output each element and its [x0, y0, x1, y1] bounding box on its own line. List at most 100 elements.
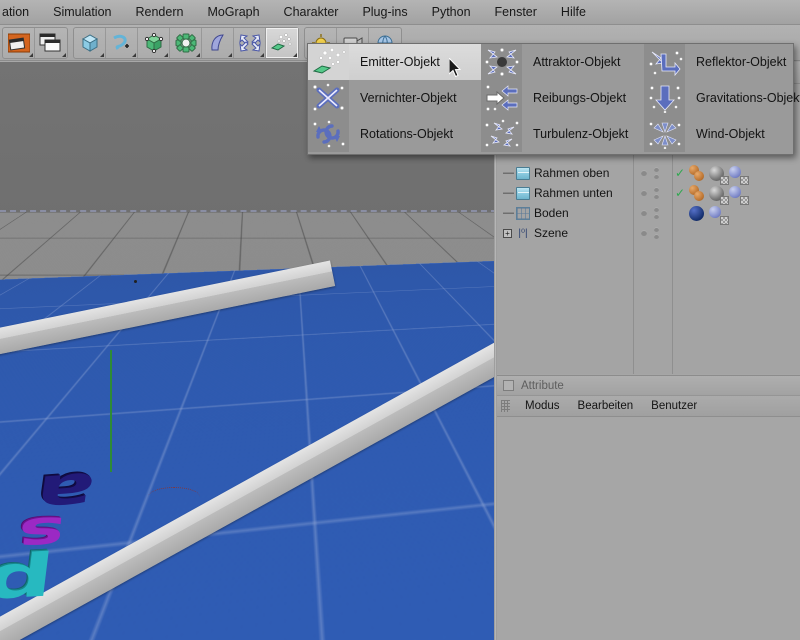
render-visibility-dot-top[interactable] [654, 167, 659, 172]
render-visibility-dot-bottom[interactable] [654, 214, 659, 219]
attribute-menu-modus[interactable]: Modus [516, 400, 569, 412]
palette-item-label: Rotations-Objekt [349, 127, 453, 141]
tag-strip[interactable] [689, 183, 799, 203]
palette-item-label: Wind-Objekt [685, 127, 765, 141]
particles-button[interactable] [266, 28, 298, 58]
menu-item-hilfe[interactable]: Hilfe [549, 0, 598, 25]
horizon-line [0, 210, 497, 212]
render-view-button[interactable] [3, 28, 35, 58]
attribute-menu-bearbeiten[interactable]: Bearbeiten [569, 400, 643, 412]
tag-strip[interactable] [689, 203, 799, 223]
visibility-dots[interactable] [638, 183, 672, 203]
editor-visibility-dot[interactable] [641, 190, 647, 196]
table-row[interactable]: — Boden [497, 203, 800, 223]
generator-button[interactable] [138, 28, 170, 58]
metal-material-tag[interactable] [709, 165, 726, 182]
mouse-cursor [449, 58, 463, 78]
generator-icon [143, 33, 165, 53]
spline-button[interactable] [106, 28, 138, 58]
deflector-icon [644, 44, 685, 80]
palette-column-2: Attraktor-Objekt Reibungs-Objekt [481, 44, 644, 154]
object-row-name[interactable]: — Rahmen unten [497, 183, 634, 203]
menu-item-mograph[interactable]: MoGraph [195, 0, 271, 25]
primitive-button[interactable] [74, 28, 106, 58]
palette-item-attractor[interactable]: Attraktor-Objekt [481, 44, 644, 80]
palette-item-rotation[interactable]: Rotations-Objekt [308, 116, 481, 152]
render-visibility-dot-bottom[interactable] [654, 234, 659, 239]
flyout-corner-icon [293, 53, 297, 57]
visibility-dots[interactable] [638, 163, 672, 183]
particles-palette[interactable]: Emitter-Objekt Vernic [307, 43, 794, 155]
palette-column-3: Reflektor-Objekt Gravitations-Objekt [644, 44, 793, 154]
object-row-name[interactable]: — Boden [497, 203, 634, 223]
render-view-icon [8, 33, 30, 53]
palette-item-turbulence[interactable]: Turbulenz-Objekt [481, 116, 644, 152]
render-picture-viewer-icon [39, 33, 63, 53]
blue-texture-tag[interactable] [729, 185, 746, 202]
palette-item-wind[interactable]: Wind-Objekt [644, 116, 793, 152]
orange-material-tag[interactable] [689, 165, 706, 182]
menu-item-python[interactable]: Python [420, 0, 483, 25]
blue-texture-tag[interactable] [729, 165, 746, 182]
expand-toggle-icon[interactable]: + [503, 229, 512, 238]
table-row[interactable]: + |⁰| Szene [497, 223, 800, 243]
visibility-dots[interactable] [638, 203, 672, 223]
palette-item-destructor[interactable]: Vernichter-Objekt [308, 80, 481, 116]
palette-item-deflector[interactable]: Reflektor-Objekt [644, 44, 793, 80]
render-visibility-dot-top[interactable] [654, 207, 659, 212]
render-visibility-dot-bottom[interactable] [654, 194, 659, 199]
render-visibility-dot-top[interactable] [654, 187, 659, 192]
attribute-manager-title: Attribute [521, 380, 564, 392]
object-row-name[interactable]: + |⁰| Szene [497, 223, 634, 243]
object-label: Rahmen oben [534, 166, 609, 180]
deformer-button[interactable] [170, 28, 202, 58]
palette-item-label: Turbulenz-Objekt [522, 127, 628, 141]
flyout-corner-icon [132, 53, 136, 57]
tree-line: — [503, 207, 512, 219]
palette-item-label: Emitter-Objekt [349, 55, 440, 69]
menu-item-animation[interactable]: ation [0, 0, 41, 25]
tag-strip[interactable] [689, 163, 799, 183]
menu-item-plugins[interactable]: Plug-ins [350, 0, 419, 25]
metal-material-tag[interactable] [709, 185, 726, 202]
particle-emitter-icon [270, 33, 294, 53]
scene-object-icon: |⁰| [516, 227, 530, 240]
bottom-strip [497, 620, 800, 640]
visibility-dots[interactable] [638, 223, 672, 243]
palette-item-label: Reibungs-Objekt [522, 91, 626, 105]
menu-item-rendern[interactable]: Rendern [123, 0, 195, 25]
flyout-corner-icon [62, 53, 66, 57]
palette-item-gravity[interactable]: Gravitations-Objekt [644, 80, 793, 116]
palette-item-friction[interactable]: Reibungs-Objekt [481, 80, 644, 116]
menu-item-simulation[interactable]: Simulation [41, 0, 123, 25]
rotation-icon [308, 116, 349, 152]
editor-visibility-dot[interactable] [641, 230, 647, 236]
menu-item-charakter[interactable]: Charakter [272, 0, 351, 25]
flyout-corner-icon [100, 53, 104, 57]
render-visibility-dot-top[interactable] [654, 227, 659, 232]
object-label: Szene [534, 226, 568, 240]
editor-visibility-dot[interactable] [641, 170, 647, 176]
mograph-button[interactable] [234, 28, 266, 58]
menu-item-fenster[interactable]: Fenster [483, 0, 549, 25]
panel-grip-icon[interactable] [501, 400, 510, 412]
render-picture-viewer-button[interactable] [35, 28, 67, 58]
cube-object-icon [516, 187, 530, 200]
bend-icon [207, 33, 229, 53]
attribute-lock-checkbox[interactable] [503, 380, 514, 391]
render-visibility-dot-bottom[interactable] [654, 174, 659, 179]
navy-material-tag[interactable] [689, 205, 706, 222]
orange-material-tag[interactable] [689, 185, 706, 202]
attribute-menu-benutzer[interactable]: Benutzer [642, 400, 706, 412]
object-row-name[interactable]: — Rahmen oben [497, 163, 634, 183]
flyout-corner-icon [228, 53, 232, 57]
flyout-corner-icon [196, 53, 200, 57]
table-row[interactable]: — Rahmen oben ✓ [497, 163, 800, 183]
toolbar-group-objects [73, 27, 299, 59]
editor-visibility-dot[interactable] [641, 210, 647, 216]
deformer-icon [175, 33, 197, 53]
scene-object-button[interactable] [202, 28, 234, 58]
blue-texture-tag[interactable] [709, 205, 726, 222]
table-row[interactable]: — Rahmen unten ✓ [497, 183, 800, 203]
attribute-manager-menubar: Modus Bearbeiten Benutzer [497, 396, 800, 417]
